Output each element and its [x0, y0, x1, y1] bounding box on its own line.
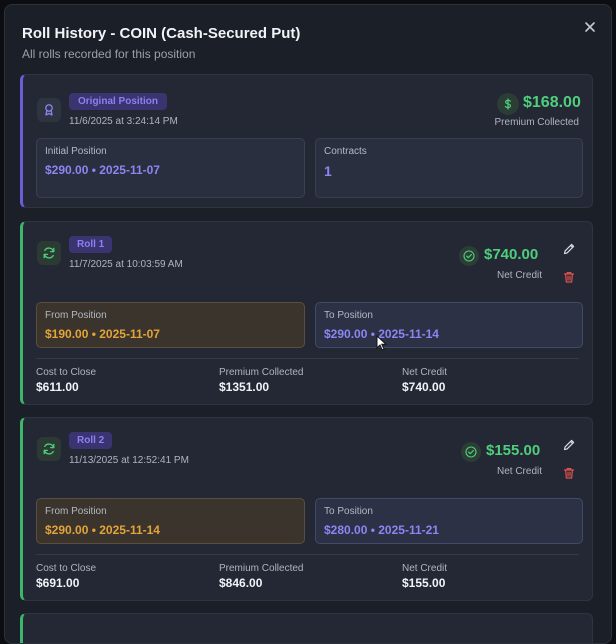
premium-collected-value: $1351.00 [219, 380, 270, 394]
roll-badge: Roll 1 [69, 236, 113, 253]
from-position-label: From Position [45, 506, 107, 517]
contracts-box: Contracts 1 [315, 138, 583, 198]
from-position-value: $290.00 • 2025-11-14 [45, 523, 160, 537]
original-timestamp: 11/6/2025 at 3:24:14 PM [69, 116, 178, 127]
initial-position-value: $290.00 • 2025-11-07 [45, 163, 160, 177]
roll-card: Roll 2 11/13/2025 at 12:52:41 PM $155.00… [20, 417, 593, 601]
from-position-box: From Position $190.00 • 2025-11-07 [36, 302, 305, 348]
net-credit-stat: Net Credit $155.00 [402, 563, 447, 590]
edit-roll-button[interactable] [562, 242, 576, 256]
check-circle-icon [461, 442, 481, 462]
premium-collected-label: Premium Collected [219, 367, 304, 378]
to-position-label: To Position [324, 506, 373, 517]
award-icon [37, 98, 61, 122]
premium-collected-value: $846.00 [219, 576, 263, 590]
close-button[interactable] [581, 18, 599, 36]
cost-to-close-value: $611.00 [36, 380, 79, 394]
net-credit-value: $155.00 [402, 576, 446, 590]
close-icon [585, 22, 595, 32]
delete-roll-button[interactable] [562, 466, 576, 480]
pencil-icon [563, 243, 575, 255]
cost-to-close-label: Cost to Close [36, 563, 97, 574]
roll-amount-caption: Net Credit [497, 270, 543, 281]
roll-badge: Roll 2 [69, 432, 113, 449]
cost-to-close-stat: Cost to Close $611.00 [36, 367, 96, 394]
cost-to-close-stat: Cost to Close $691.00 [36, 563, 96, 590]
original-amount-caption: Premium Collected [494, 117, 579, 128]
pencil-icon [563, 439, 575, 451]
premium-collected-stat: Premium Collected $1351.00 [219, 367, 303, 394]
roll-card: Roll 1 11/7/2025 at 10:03:59 AM $740.00 … [20, 221, 593, 405]
from-position-label: From Position [45, 310, 107, 321]
contracts-label: Contracts [324, 146, 367, 157]
roll-amount-caption: Net Credit [497, 466, 543, 477]
roll-amount: $740.00 [484, 246, 539, 263]
initial-position-label: Initial Position [45, 146, 107, 157]
modal-subtitle: All rolls recorded for this position [22, 47, 196, 61]
cost-to-close-value: $691.00 [36, 576, 80, 590]
to-position-value: $280.00 • 2025-11-21 [324, 523, 439, 537]
edit-roll-button[interactable] [562, 438, 576, 452]
delete-roll-button[interactable] [562, 270, 576, 284]
cost-to-close-label: Cost to Close [36, 367, 97, 378]
original-amount: $168.00 [523, 94, 581, 111]
roll-timestamp: 11/7/2025 at 10:03:59 AM [69, 259, 183, 270]
net-credit-label: Net Credit [402, 367, 448, 378]
divider [36, 554, 579, 555]
roll-amount: $155.00 [486, 442, 541, 459]
modal-title: Roll History - COIN (Cash-Secured Put) [22, 25, 301, 42]
refresh-icon [37, 437, 61, 461]
roll-timestamp: 11/13/2025 at 12:52:41 PM [69, 455, 189, 466]
from-position-value: $190.00 • 2025-11-07 [45, 327, 160, 341]
roll-card-partial [20, 613, 593, 643]
dollar-icon [497, 93, 519, 115]
to-position-value: $290.00 • 2025-11-14 [324, 327, 439, 341]
trash-icon [563, 272, 575, 283]
original-position-card: Original Position 11/6/2025 at 3:24:14 P… [20, 74, 593, 208]
contracts-value: 1 [324, 163, 332, 179]
initial-position-box: Initial Position $290.00 • 2025-11-07 [36, 138, 305, 198]
to-position-label: To Position [324, 310, 373, 321]
net-credit-value: $740.00 [402, 380, 446, 394]
divider [36, 358, 579, 359]
from-position-box: From Position $290.00 • 2025-11-14 [36, 498, 305, 544]
check-circle-icon [459, 246, 479, 266]
to-position-box: To Position $280.00 • 2025-11-21 [315, 498, 583, 544]
to-position-box: To Position $290.00 • 2025-11-14 [315, 302, 583, 348]
trash-icon [563, 468, 575, 479]
original-position-badge: Original Position [69, 93, 168, 110]
refresh-icon [37, 241, 61, 265]
net-credit-label: Net Credit [402, 563, 448, 574]
premium-collected-stat: Premium Collected $846.00 [219, 563, 303, 590]
premium-collected-label: Premium Collected [219, 563, 304, 574]
net-credit-stat: Net Credit $740.00 [402, 367, 447, 394]
roll-history-modal: Roll History - COIN (Cash-Secured Put) A… [4, 4, 612, 644]
